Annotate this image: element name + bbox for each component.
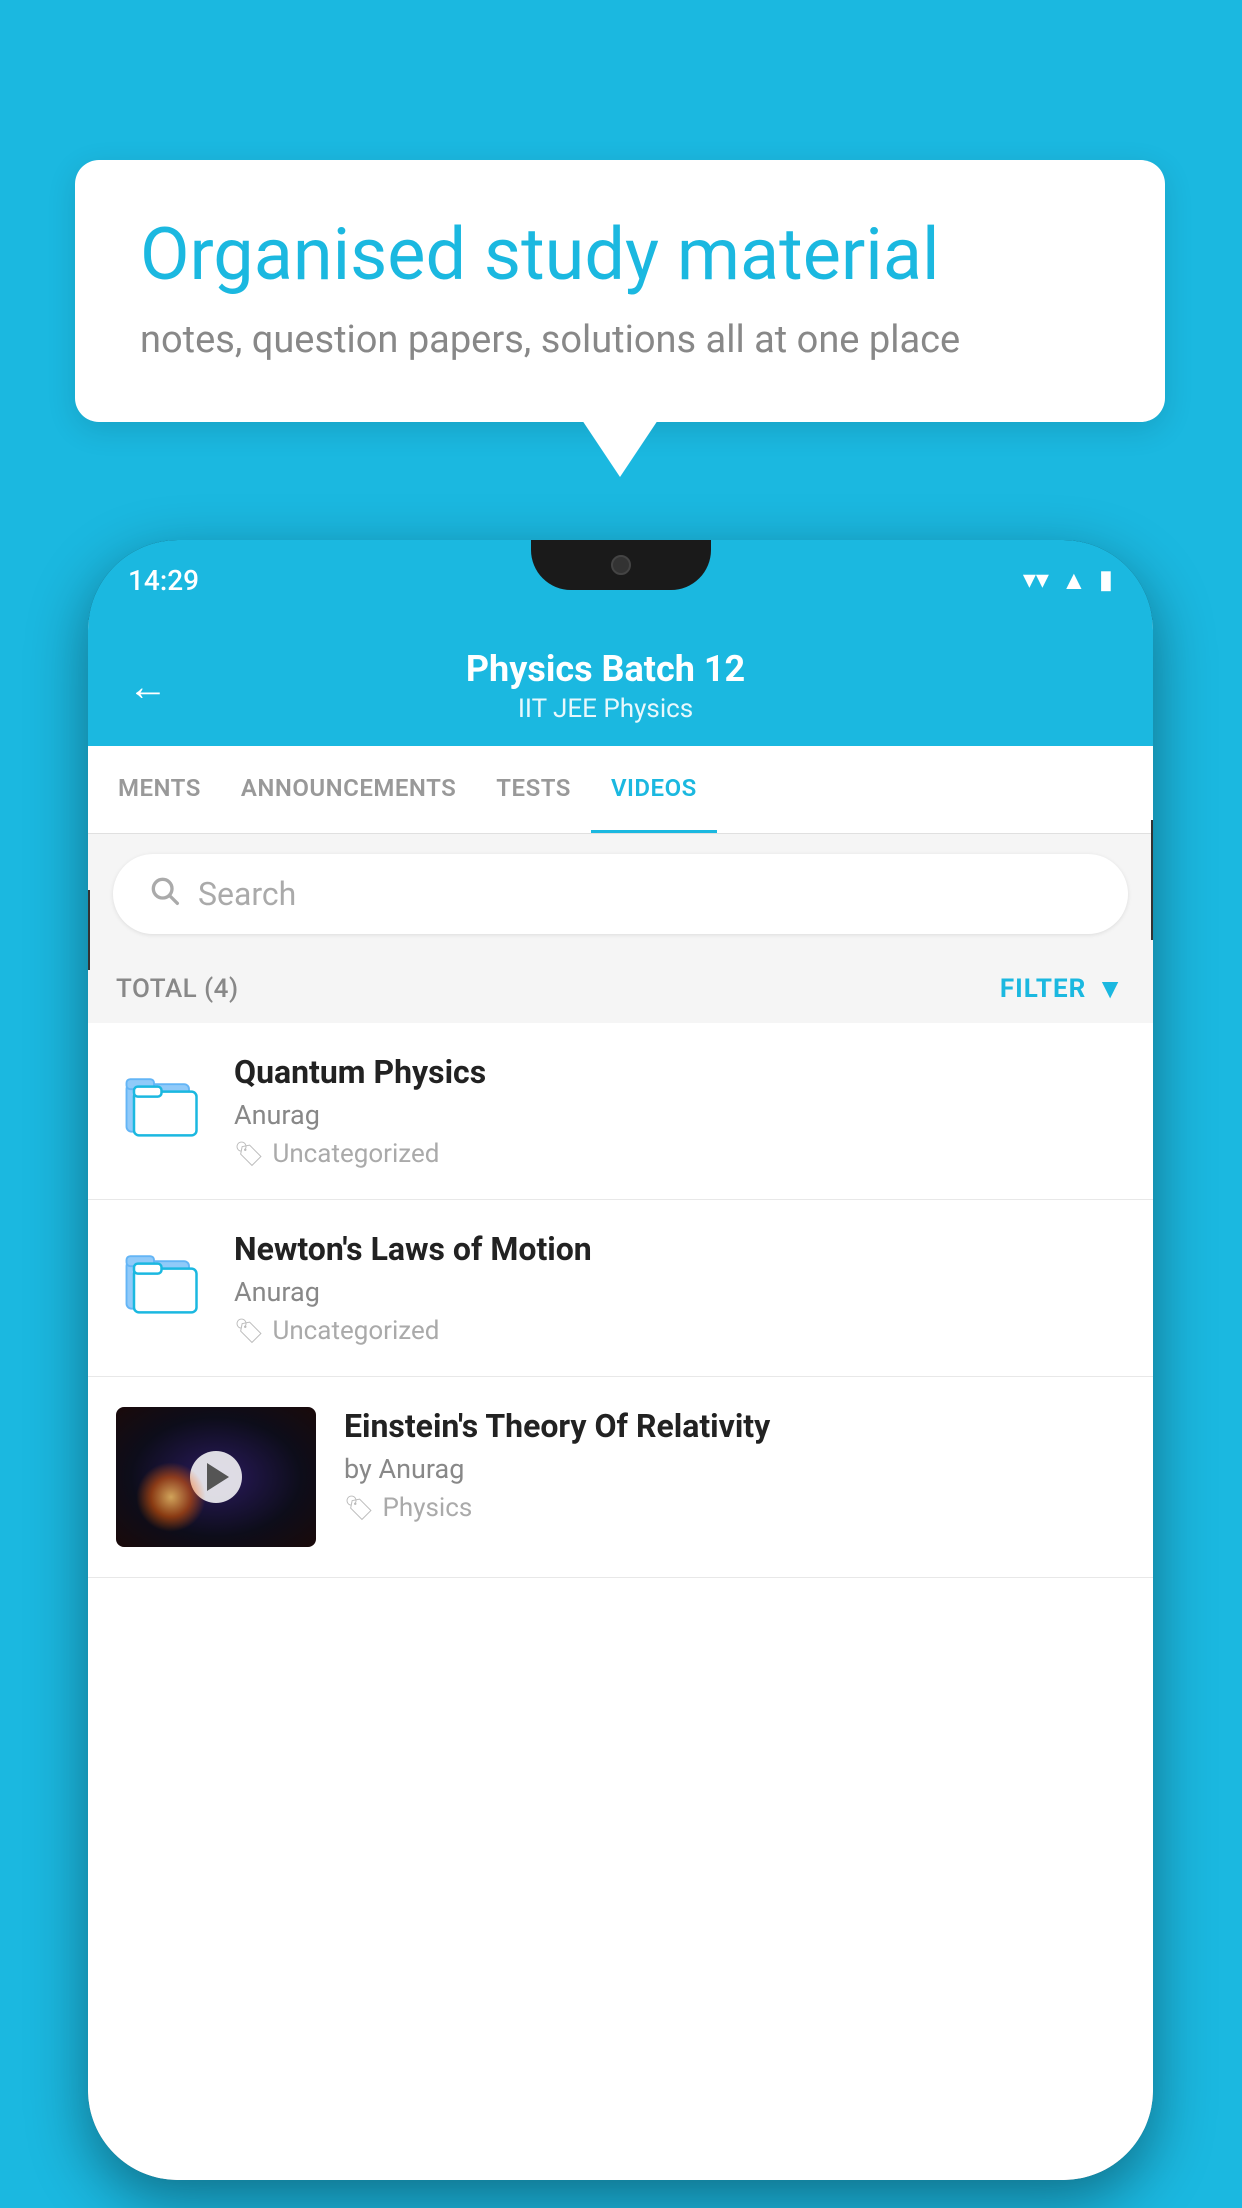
front-camera — [611, 555, 631, 575]
thumbnail-background — [116, 1407, 316, 1547]
volume-button — [88, 890, 90, 970]
item-title: Quantum Physics — [234, 1053, 1125, 1091]
app-header: ← Physics Batch 12 IIT JEE Physics — [88, 620, 1153, 746]
power-button — [1151, 820, 1153, 940]
list-item[interactable]: Newton's Laws of Motion Anurag 🏷 Uncateg… — [88, 1200, 1153, 1377]
tag-label: Physics — [382, 1493, 472, 1523]
tag-label: Uncategorized — [272, 1139, 439, 1169]
item-icon — [116, 1235, 206, 1325]
battery-icon: ▮ — [1099, 565, 1113, 595]
filter-row: TOTAL (4) FILTER ▼ — [88, 954, 1153, 1023]
tab-videos[interactable]: VIDEOS — [591, 746, 717, 833]
filter-button[interactable]: FILTER ▼ — [1000, 972, 1125, 1005]
tab-announcements[interactable]: ANNOUNCEMENTS — [221, 746, 476, 833]
tag-icon: 🏷 — [234, 1140, 264, 1168]
header-subtitle: IIT JEE Physics — [198, 694, 1013, 724]
signal-icon: ▲ — [1061, 565, 1087, 596]
header-title: Physics Batch 12 — [198, 648, 1013, 690]
back-button[interactable]: ← — [128, 663, 168, 710]
item-tag: 🏷 Physics — [344, 1493, 1125, 1523]
phone-screen: ← Physics Batch 12 IIT JEE Physics MENTS… — [88, 620, 1153, 2180]
item-content: Quantum Physics Anurag 🏷 Uncategorized — [234, 1053, 1125, 1169]
video-thumbnail — [116, 1407, 316, 1547]
phone-frame: 14:29 ▾▾ ▲ ▮ ← Physics Batch 12 IIT JEE … — [88, 540, 1153, 2180]
tag-label: Uncategorized — [272, 1316, 439, 1346]
item-icon — [116, 1058, 206, 1148]
filter-label: FILTER — [1000, 974, 1086, 1004]
speech-bubble: Organised study material notes, question… — [75, 160, 1165, 422]
content-list: Quantum Physics Anurag 🏷 Uncategorized — [88, 1023, 1153, 2180]
wifi-icon: ▾▾ — [1023, 565, 1049, 595]
item-author: Anurag — [234, 1276, 1125, 1308]
item-title: Einstein's Theory Of Relativity — [344, 1407, 1125, 1445]
tag-icon: 🏷 — [344, 1494, 374, 1522]
search-placeholder: Search — [198, 875, 296, 913]
play-icon — [207, 1463, 229, 1491]
notch — [531, 540, 711, 590]
status-bar: 14:29 ▾▾ ▲ ▮ — [88, 540, 1153, 620]
status-icons: ▾▾ ▲ ▮ — [1023, 565, 1113, 596]
bubble-subtitle: notes, question papers, solutions all at… — [140, 318, 1100, 362]
tag-icon: 🏷 — [234, 1317, 264, 1345]
tab-ments[interactable]: MENTS — [98, 746, 221, 833]
search-bar[interactable]: Search — [113, 854, 1128, 934]
item-author: by Anurag — [344, 1453, 1125, 1485]
item-title: Newton's Laws of Motion — [234, 1230, 1125, 1268]
item-author: Anurag — [234, 1099, 1125, 1131]
search-icon — [148, 874, 180, 914]
list-item[interactable]: Einstein's Theory Of Relativity by Anura… — [88, 1377, 1153, 1578]
tab-tests[interactable]: TESTS — [476, 746, 591, 833]
glow-orb — [136, 1462, 206, 1532]
status-time: 14:29 — [128, 564, 199, 597]
item-tag: 🏷 Uncategorized — [234, 1316, 1125, 1346]
header-title-group: Physics Batch 12 IIT JEE Physics — [198, 648, 1013, 724]
filter-icon: ▼ — [1096, 972, 1125, 1005]
total-count: TOTAL (4) — [116, 974, 239, 1004]
item-content: Einstein's Theory Of Relativity by Anura… — [344, 1407, 1125, 1523]
search-container: Search — [88, 834, 1153, 954]
item-content: Newton's Laws of Motion Anurag 🏷 Uncateg… — [234, 1230, 1125, 1346]
list-item[interactable]: Quantum Physics Anurag 🏷 Uncategorized — [88, 1023, 1153, 1200]
tabs-bar: MENTS ANNOUNCEMENTS TESTS VIDEOS — [88, 746, 1153, 834]
bubble-title: Organised study material — [140, 215, 1100, 294]
item-tag: 🏷 Uncategorized — [234, 1139, 1125, 1169]
